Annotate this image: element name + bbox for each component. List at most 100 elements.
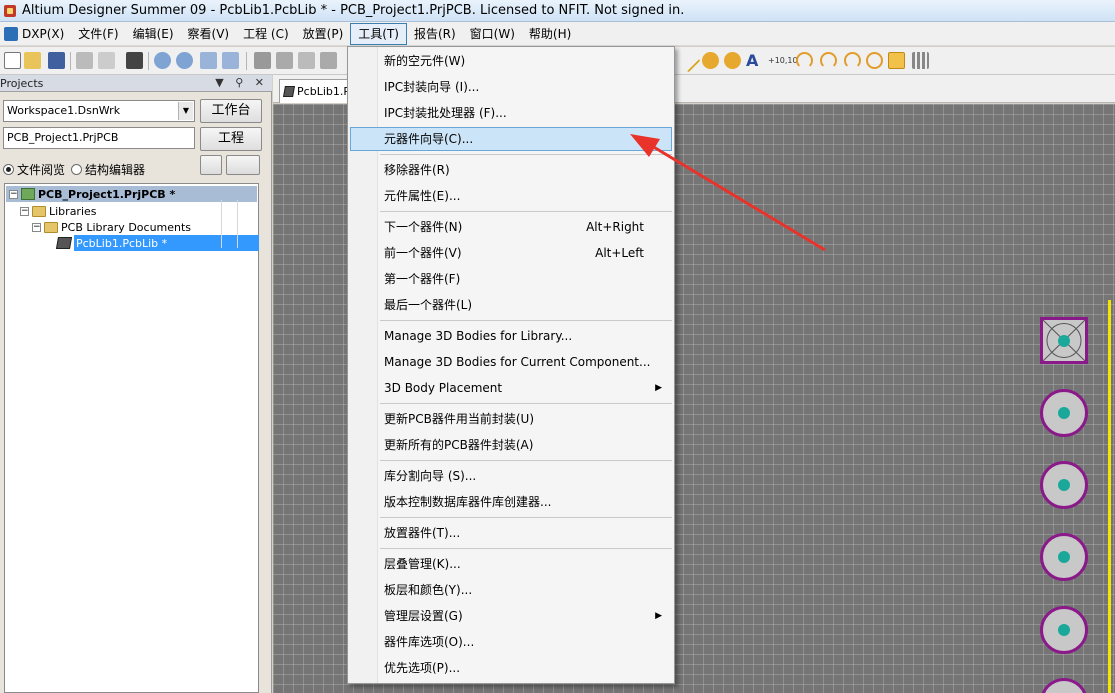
- menu-item-prev-component[interactable]: 前一个器件(V) Alt+Left: [350, 241, 672, 265]
- menu-item-library-options[interactable]: 器件库选项(O)...: [350, 630, 672, 654]
- round-pad[interactable]: [1040, 533, 1088, 581]
- zoom-out-icon[interactable]: [176, 52, 193, 69]
- menu-item-component-properties[interactable]: 元件属性(E)...: [350, 184, 672, 208]
- tree-item-pcblib-label: PcbLib1.PcbLib *: [74, 235, 259, 251]
- folder-icon: [44, 221, 58, 233]
- rubber-stamp-icon[interactable]: [320, 52, 337, 69]
- menu-item-library-splitter[interactable]: 库分割向导 (S)...: [350, 464, 672, 488]
- menu-item-layer-sets[interactable]: 管理层设置(G) ▶: [350, 604, 672, 628]
- pad-hole: [1058, 551, 1070, 563]
- round-pad[interactable]: [1040, 606, 1088, 654]
- print-preview-icon[interactable]: [98, 52, 115, 69]
- round-pad-partial[interactable]: [1040, 678, 1088, 693]
- round-pad[interactable]: [1040, 389, 1088, 437]
- menu-place[interactable]: 放置(P): [296, 23, 351, 45]
- collapse-icon[interactable]: −: [32, 222, 41, 232]
- arc-center-icon[interactable]: [796, 52, 813, 69]
- project-value: PCB_Project1.PrjPCB: [7, 131, 119, 144]
- panel-header-icons[interactable]: ▼ ⚲ ✕: [215, 76, 268, 89]
- menu-item-3d-body-placement-label: 3D Body Placement: [384, 381, 503, 395]
- menu-item-last-component[interactable]: 最后一个器件(L): [350, 293, 672, 317]
- menu-reports[interactable]: 报告(R): [407, 23, 463, 45]
- menu-item-ipc-footprint-wizard[interactable]: IPC封装向导 (I)...: [350, 75, 672, 99]
- menu-item-layer-stack-manager[interactable]: 层叠管理(K)...: [350, 552, 672, 576]
- menu-item-preferences[interactable]: 优先选项(P)...: [350, 656, 672, 680]
- menu-item-update-all-pcb[interactable]: 更新所有的PCB器件封装(A): [350, 433, 672, 457]
- menu-item-component-wizard[interactable]: 元器件向导(C)...: [350, 127, 672, 151]
- save-icon[interactable]: [48, 52, 65, 69]
- menu-item-new-blank-component[interactable]: 新的空元件(W): [350, 49, 672, 73]
- menu-view[interactable]: 察看(V): [181, 23, 237, 45]
- tree-item-libraries[interactable]: − Libraries: [20, 203, 97, 219]
- collapse-icon[interactable]: −: [20, 206, 29, 216]
- menu-item-place-component[interactable]: 放置器件(T)...: [350, 521, 672, 545]
- menu-separator: [380, 548, 672, 549]
- menu-item-version-control-db-lib[interactable]: 版本控制数据库器件库创建器...: [350, 490, 672, 514]
- layer-stack-icon[interactable]: [126, 52, 143, 69]
- zoom-fit-icon[interactable]: [200, 52, 217, 69]
- line-icon[interactable]: [676, 48, 701, 73]
- menu-item-3d-body-placement[interactable]: 3D Body Placement ▶: [350, 376, 672, 400]
- workspace-dropdown[interactable]: Workspace1.DsnWrk ▼: [3, 100, 195, 122]
- arc-any-icon[interactable]: [844, 52, 861, 69]
- tree-item-pcb-library-documents[interactable]: − PCB Library Documents: [32, 219, 191, 235]
- zoom-area-icon[interactable]: [222, 52, 239, 69]
- circle-icon[interactable]: [866, 52, 883, 69]
- menu-item-board-layers-colors[interactable]: 板层和颜色(Y)...: [350, 578, 672, 602]
- menu-separator: [380, 460, 672, 461]
- menu-item-manage-3d-bodies-component[interactable]: Manage 3D Bodies for Current Component..…: [350, 350, 672, 374]
- menu-item-manage-3d-bodies-library[interactable]: Manage 3D Bodies for Library...: [350, 324, 672, 348]
- collapse-icon[interactable]: −: [9, 189, 18, 199]
- add-document-dropdown-icon[interactable]: [226, 155, 260, 175]
- tab-pcblib1[interactable]: PcbLib1.P: [279, 79, 351, 103]
- menu-item-update-pcb-current[interactable]: 更新PCB器件用当前封装(U): [350, 407, 672, 431]
- menu-item-first-component[interactable]: 第一个器件(F): [350, 267, 672, 291]
- copy-icon[interactable]: [276, 52, 293, 69]
- menu-item-ipc-footprint-batch[interactable]: IPC封装批处理器 (F)...: [350, 101, 672, 125]
- via-icon[interactable]: [724, 52, 741, 69]
- print-icon[interactable]: [76, 52, 93, 69]
- fill-icon[interactable]: [888, 52, 905, 69]
- chevron-down-icon[interactable]: ▼: [178, 102, 193, 120]
- menu-item-next-component[interactable]: 下一个器件(N) Alt+Right: [350, 215, 672, 239]
- new-document-icon[interactable]: [4, 52, 21, 69]
- cut-icon[interactable]: [254, 52, 271, 69]
- menu-separator: [380, 320, 672, 321]
- menu-item-prev-component-label: 前一个器件(V): [384, 246, 462, 260]
- project-tree: − PCB_Project1.PrjPCB * − Libraries − PC…: [4, 183, 259, 693]
- menu-separator: [380, 154, 672, 155]
- square-pad[interactable]: [1040, 317, 1088, 364]
- open-folder-icon[interactable]: [24, 52, 41, 69]
- tree-item-project[interactable]: − PCB_Project1.PrjPCB *: [6, 186, 257, 202]
- coordinate-icon[interactable]: +10,10: [768, 52, 798, 69]
- pcb-project-icon: [21, 188, 35, 200]
- menu-separator: [380, 403, 672, 404]
- menu-window[interactable]: 窗口(W): [463, 23, 522, 45]
- pad-icon[interactable]: [702, 52, 719, 69]
- project-button[interactable]: 工程: [200, 127, 262, 151]
- workspace-button[interactable]: 工作台: [200, 99, 262, 123]
- tree-item-pcblib[interactable]: PcbLib1.PcbLib *: [55, 235, 259, 251]
- array-paste-icon[interactable]: [912, 52, 929, 69]
- menu-project[interactable]: 工程 (C): [236, 23, 296, 45]
- radio-file-view[interactable]: [3, 163, 14, 175]
- workspace-value: Workspace1.DsnWrk: [7, 104, 121, 117]
- round-pad[interactable]: [1040, 461, 1088, 509]
- menu-file[interactable]: 文件(F): [71, 23, 125, 45]
- tree-item-project-label: PCB_Project1.PrjPCB *: [38, 187, 176, 201]
- menu-dxp[interactable]: DXP(X): [2, 23, 71, 45]
- paste-icon[interactable]: [298, 52, 315, 69]
- tools-menu: 新的空元件(W) IPC封装向导 (I)... IPC封装批处理器 (F)...…: [347, 46, 675, 684]
- project-options-icon[interactable]: [200, 155, 222, 175]
- project-field[interactable]: PCB_Project1.PrjPCB: [3, 127, 195, 149]
- text-icon[interactable]: A: [746, 52, 763, 69]
- menu-edit[interactable]: 编辑(E): [126, 23, 181, 45]
- arc-edge-icon[interactable]: [820, 52, 837, 69]
- menu-help[interactable]: 帮助(H): [522, 23, 578, 45]
- zoom-in-icon[interactable]: [154, 52, 171, 69]
- menu-item-remove-component[interactable]: 移除器件(R): [350, 158, 672, 182]
- menu-tools[interactable]: 工具(T): [350, 22, 407, 45]
- altium-app-icon: [4, 4, 16, 17]
- radio-structure-editor[interactable]: [71, 163, 83, 175]
- board-outline-edge: [1108, 300, 1111, 693]
